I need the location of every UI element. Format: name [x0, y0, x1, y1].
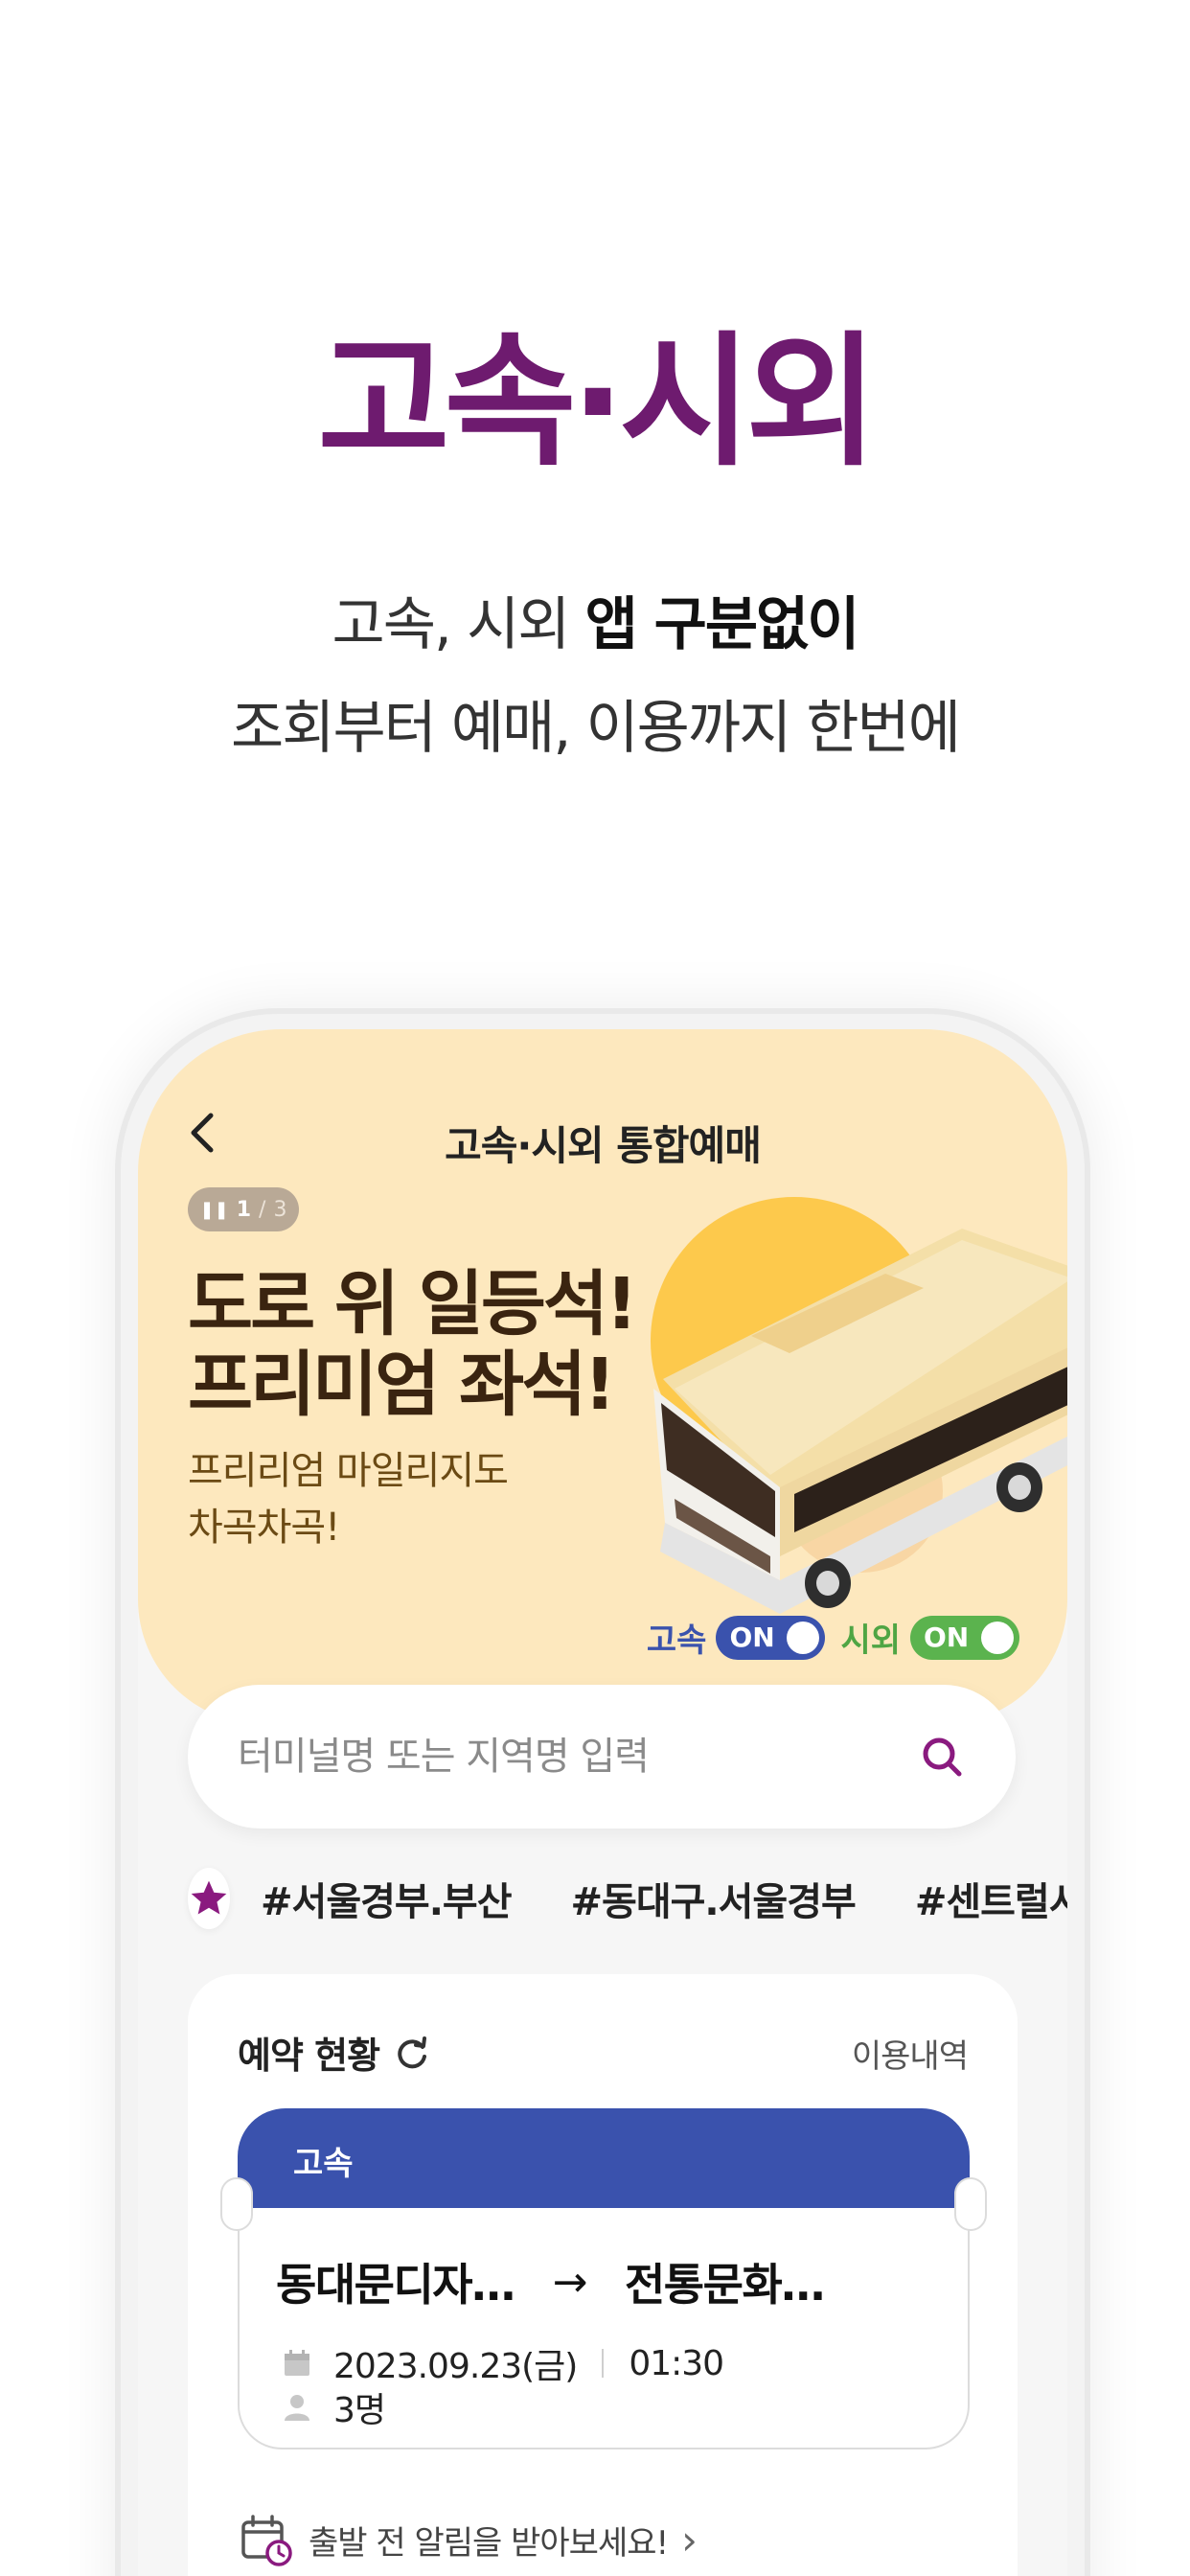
- promo-subtitle: 프리리엄 마일리지도 차곡차곡!: [188, 1443, 509, 1556]
- tag-item[interactable]: #동대구.서울경부: [571, 1871, 857, 1926]
- ticket-date: 2023.09.23(금): [333, 2347, 578, 2386]
- tag-item[interactable]: #센트럴시: [915, 1871, 1067, 1926]
- alert-text: 출발 전 알림을 받아보세요!: [309, 2523, 669, 2563]
- pager-slash: /: [259, 1197, 266, 1222]
- departure-terminal: 동대문디자…: [276, 2259, 515, 2311]
- promo-title: 도로 위 일등석! 프리미엄 좌석!: [188, 1263, 638, 1427]
- ticket-datetime: 2023.09.23(금) 01:30: [282, 2338, 724, 2388]
- intercity-label: 시외: [840, 1622, 901, 1660]
- mode-toggles: 고속 ON 시외 ON: [647, 1614, 1019, 1661]
- departure-alert-link[interactable]: 출발 전 알림을 받아보세요! ›: [238, 2511, 698, 2568]
- reservation-title: 예약 현황: [238, 2035, 380, 2077]
- search-input[interactable]: [238, 1735, 908, 1779]
- arrival-terminal: 전통문화…: [624, 2259, 825, 2311]
- quick-tags: #서울경부.부산 #동대구.서울경부 #센트럴시: [188, 1865, 1067, 1932]
- hero-subtitle-bold: 앱 구분없이: [584, 591, 860, 658]
- chevron-right-icon: ›: [681, 2516, 698, 2564]
- passenger-count: 3명: [333, 2391, 386, 2430]
- ticket-notch-left: [220, 2177, 253, 2231]
- hero-title: 고속·시외: [317, 319, 879, 486]
- promo-sub-line1: 프리리엄 마일리지도: [188, 1449, 509, 1493]
- promo-sub-line2: 차곡차곡!: [188, 1506, 340, 1551]
- calendar-icon: [285, 2350, 309, 2376]
- history-link[interactable]: 이용내역: [852, 2030, 969, 2077]
- hero-subtitle-line2: 조회부터 예매, 이용까지 한번에: [231, 695, 961, 762]
- star-icon: [191, 1880, 227, 1915]
- pager-current: 1: [236, 1197, 252, 1222]
- tag-item[interactable]: #서울경부.부산: [261, 1871, 513, 1926]
- promo-title-line1: 도로 위 일등석!: [188, 1263, 638, 1346]
- ticket-body: 동대문디자… → 전통문화… 2023.09.23(금) 01:30 3명: [238, 2208, 970, 2450]
- favorites-button[interactable]: [188, 1868, 230, 1929]
- express-toggle[interactable]: ON: [716, 1615, 826, 1660]
- reservation-header: 예약 현황: [238, 2026, 431, 2079]
- refresh-icon[interactable]: [393, 2034, 431, 2072]
- hero-subtitle-normal: 고속, 시외: [332, 591, 585, 658]
- banner-pager[interactable]: ❚❚ 1 / 3: [188, 1187, 299, 1231]
- intercity-toggle[interactable]: ON: [910, 1615, 1019, 1660]
- ticket-passengers: 3명: [282, 2382, 386, 2432]
- arrow-right-icon: →: [552, 2257, 588, 2307]
- person-icon: [285, 2395, 309, 2421]
- divider: [602, 2349, 605, 2378]
- ticket-notch-right: [954, 2177, 987, 2231]
- search-icon[interactable]: [918, 1733, 966, 1781]
- express-label: 고속: [646, 1622, 707, 1660]
- ticket-type: 고속: [238, 2108, 970, 2208]
- hero-subtitle-line1: 고속, 시외 앱 구분없이: [0, 596, 1190, 654]
- promo-title-line2: 프리미엄 좌석!: [188, 1344, 616, 1427]
- search-bar[interactable]: [188, 1685, 1016, 1828]
- pause-icon[interactable]: ❚❚: [200, 1200, 229, 1220]
- pager-total: 3: [273, 1197, 287, 1222]
- ticket-route: 동대문디자… → 전통문화…: [276, 2250, 825, 2313]
- promo-banner[interactable]: 고속·시외 통합예매 ❚❚ 1 / 3 도로 위 일등석! 프리미엄 좌석! 프…: [138, 1029, 1067, 1724]
- bus-illustration: [651, 1197, 1067, 1614]
- ticket-card[interactable]: 고속 동대문디자… → 전통문화… 2023.09.23(금) 01:30 3명: [220, 2108, 987, 2450]
- reservation-card: 예약 현황 이용내역 고속 동대문디자… → 전통문화… 2023.09.23(…: [188, 1974, 1018, 2576]
- calendar-clock-icon: [241, 2515, 292, 2566]
- page-title: 고속·시외 통합예매: [445, 1122, 762, 1169]
- ticket-time: 01:30: [629, 2343, 724, 2383]
- phone-screen: 고속·시외 통합예매 ❚❚ 1 / 3 도로 위 일등석! 프리미엄 좌석! 프…: [138, 1029, 1067, 2576]
